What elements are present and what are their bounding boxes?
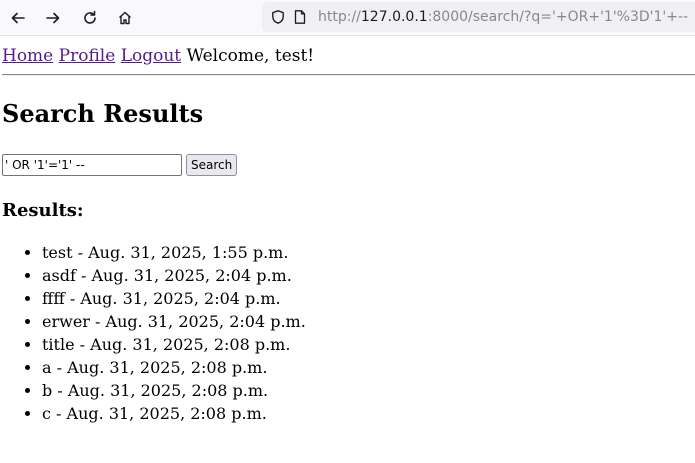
reload-button[interactable] [77,5,103,31]
forward-arrow-icon [45,10,61,26]
home-link[interactable]: Home [2,46,53,66]
result-item: asdf - Aug. 31, 2025, 2:04 p.m. [42,264,306,287]
result-item: a - Aug. 31, 2025, 2:08 p.m. [42,356,306,379]
logout-link[interactable]: Logout [121,46,181,66]
result-item: ffff - Aug. 31, 2025, 2:04 p.m. [42,287,306,310]
url-prefix: http:// [318,9,361,25]
url-rest: :8000/search/?q='+OR+'1'%3D'1'+-- [427,9,689,25]
result-item: title - Aug. 31, 2025, 2:08 p.m. [42,333,306,356]
url-text[interactable]: http://127.0.0.1:8000/search/?q='+OR+'1'… [318,9,688,25]
browser-toolbar: http://127.0.0.1:8000/search/?q='+OR+'1'… [0,0,695,36]
home-icon [117,10,133,26]
results-heading: Results: [2,200,84,221]
back-button[interactable] [5,5,31,31]
top-navigation: Home Profile Logout Welcome, test! [2,46,314,66]
url-bar[interactable]: http://127.0.0.1:8000/search/?q='+OR+'1'… [262,2,695,32]
divider [2,74,695,76]
reload-icon [82,10,98,26]
shield-icon[interactable] [268,7,288,27]
result-item: erwer - Aug. 31, 2025, 2:04 p.m. [42,310,306,333]
profile-link[interactable]: Profile [59,46,116,66]
home-button[interactable] [112,5,138,31]
welcome-text: Welcome, test! [186,46,315,66]
result-item: test - Aug. 31, 2025, 1:55 p.m. [42,241,306,264]
forward-button[interactable] [40,5,66,31]
results-list: test - Aug. 31, 2025, 1:55 p.m. asdf - A… [2,241,306,425]
page-content: Home Profile Logout Welcome, test! Searc… [0,36,695,463]
url-host: 127.0.0.1 [360,9,428,25]
search-button[interactable]: Search [186,154,238,176]
page-title: Search Results [2,99,204,128]
back-arrow-icon [10,10,26,26]
result-item: c - Aug. 31, 2025, 2:08 p.m. [42,402,306,425]
page-icon[interactable] [290,7,310,27]
result-item: b - Aug. 31, 2025, 2:08 p.m. [42,379,306,402]
search-input[interactable] [2,154,182,176]
